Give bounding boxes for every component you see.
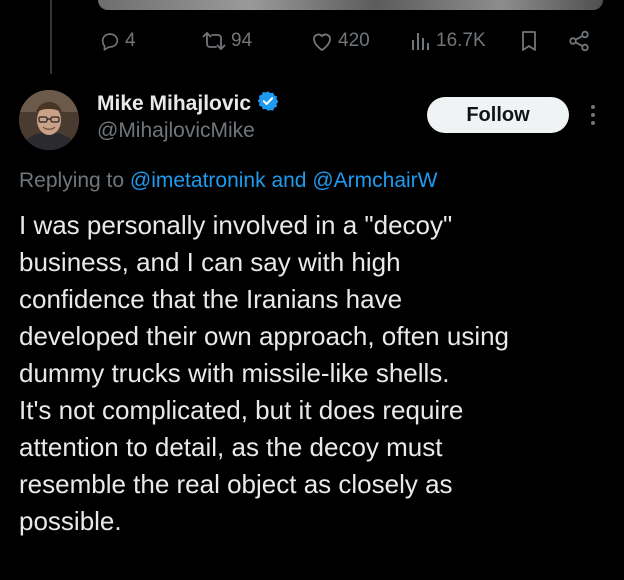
tweet-line: It's not complicated, but it does requir… — [19, 395, 464, 425]
tweet-line: possible. — [19, 506, 122, 536]
reply-button[interactable]: 4 — [99, 24, 136, 58]
tweet-line: resemble the real object as closely as — [19, 469, 453, 499]
tweet-line: confidence that the Iranians have — [19, 284, 403, 314]
avatar[interactable] — [19, 90, 79, 150]
more-icon[interactable] — [584, 102, 602, 128]
author-handle[interactable]: @MihajlovicMike — [97, 119, 255, 143]
reply-count: 4 — [125, 30, 136, 51]
tweet-text: I was personally involved in a "decoy" b… — [19, 207, 609, 540]
share-icon — [568, 30, 590, 52]
author-display-name[interactable]: Mike Mihajlovic — [97, 92, 251, 116]
tweet-line: developed their own approach, often usin… — [19, 321, 510, 351]
tweet-line: business, and I can say with high — [19, 247, 401, 277]
follow-button[interactable]: Follow — [427, 97, 569, 133]
like-button[interactable]: 420 — [310, 24, 370, 58]
heart-icon — [310, 30, 334, 52]
views-button[interactable]: 16.7K — [410, 24, 486, 58]
like-count: 420 — [338, 30, 370, 51]
retweet-icon — [201, 30, 227, 52]
tweet-line: I was personally involved in a "decoy" — [19, 210, 453, 240]
replying-conjunction: and — [271, 169, 307, 192]
reply-icon — [99, 30, 121, 52]
share-button[interactable] — [568, 24, 590, 58]
tweet-line: attention to detail, as the decoy must — [19, 432, 443, 462]
verified-badge-icon — [257, 90, 279, 117]
retweet-count: 94 — [231, 30, 253, 51]
view-count: 16.7K — [436, 30, 486, 51]
retweet-button[interactable]: 94 — [201, 24, 252, 58]
author-name-row: Mike Mihajlovic — [97, 90, 279, 117]
bookmark-button[interactable] — [519, 24, 539, 58]
tweet-actions-bar: 4 94 420 16.7K — [0, 24, 624, 58]
views-icon — [410, 30, 432, 52]
mention-link-armchairw[interactable]: @ArmchairW — [312, 169, 437, 192]
tweet-line: dummy trucks with missile-like shells. — [19, 358, 450, 388]
attached-media-image[interactable] — [98, 0, 603, 10]
mention-link-imetatronink[interactable]: @imetatronink — [130, 169, 266, 192]
replying-to: Replying to @imetatronink and @ArmchairW — [19, 169, 438, 193]
bookmark-icon — [519, 29, 539, 53]
replying-to-prefix: Replying to — [19, 169, 125, 192]
